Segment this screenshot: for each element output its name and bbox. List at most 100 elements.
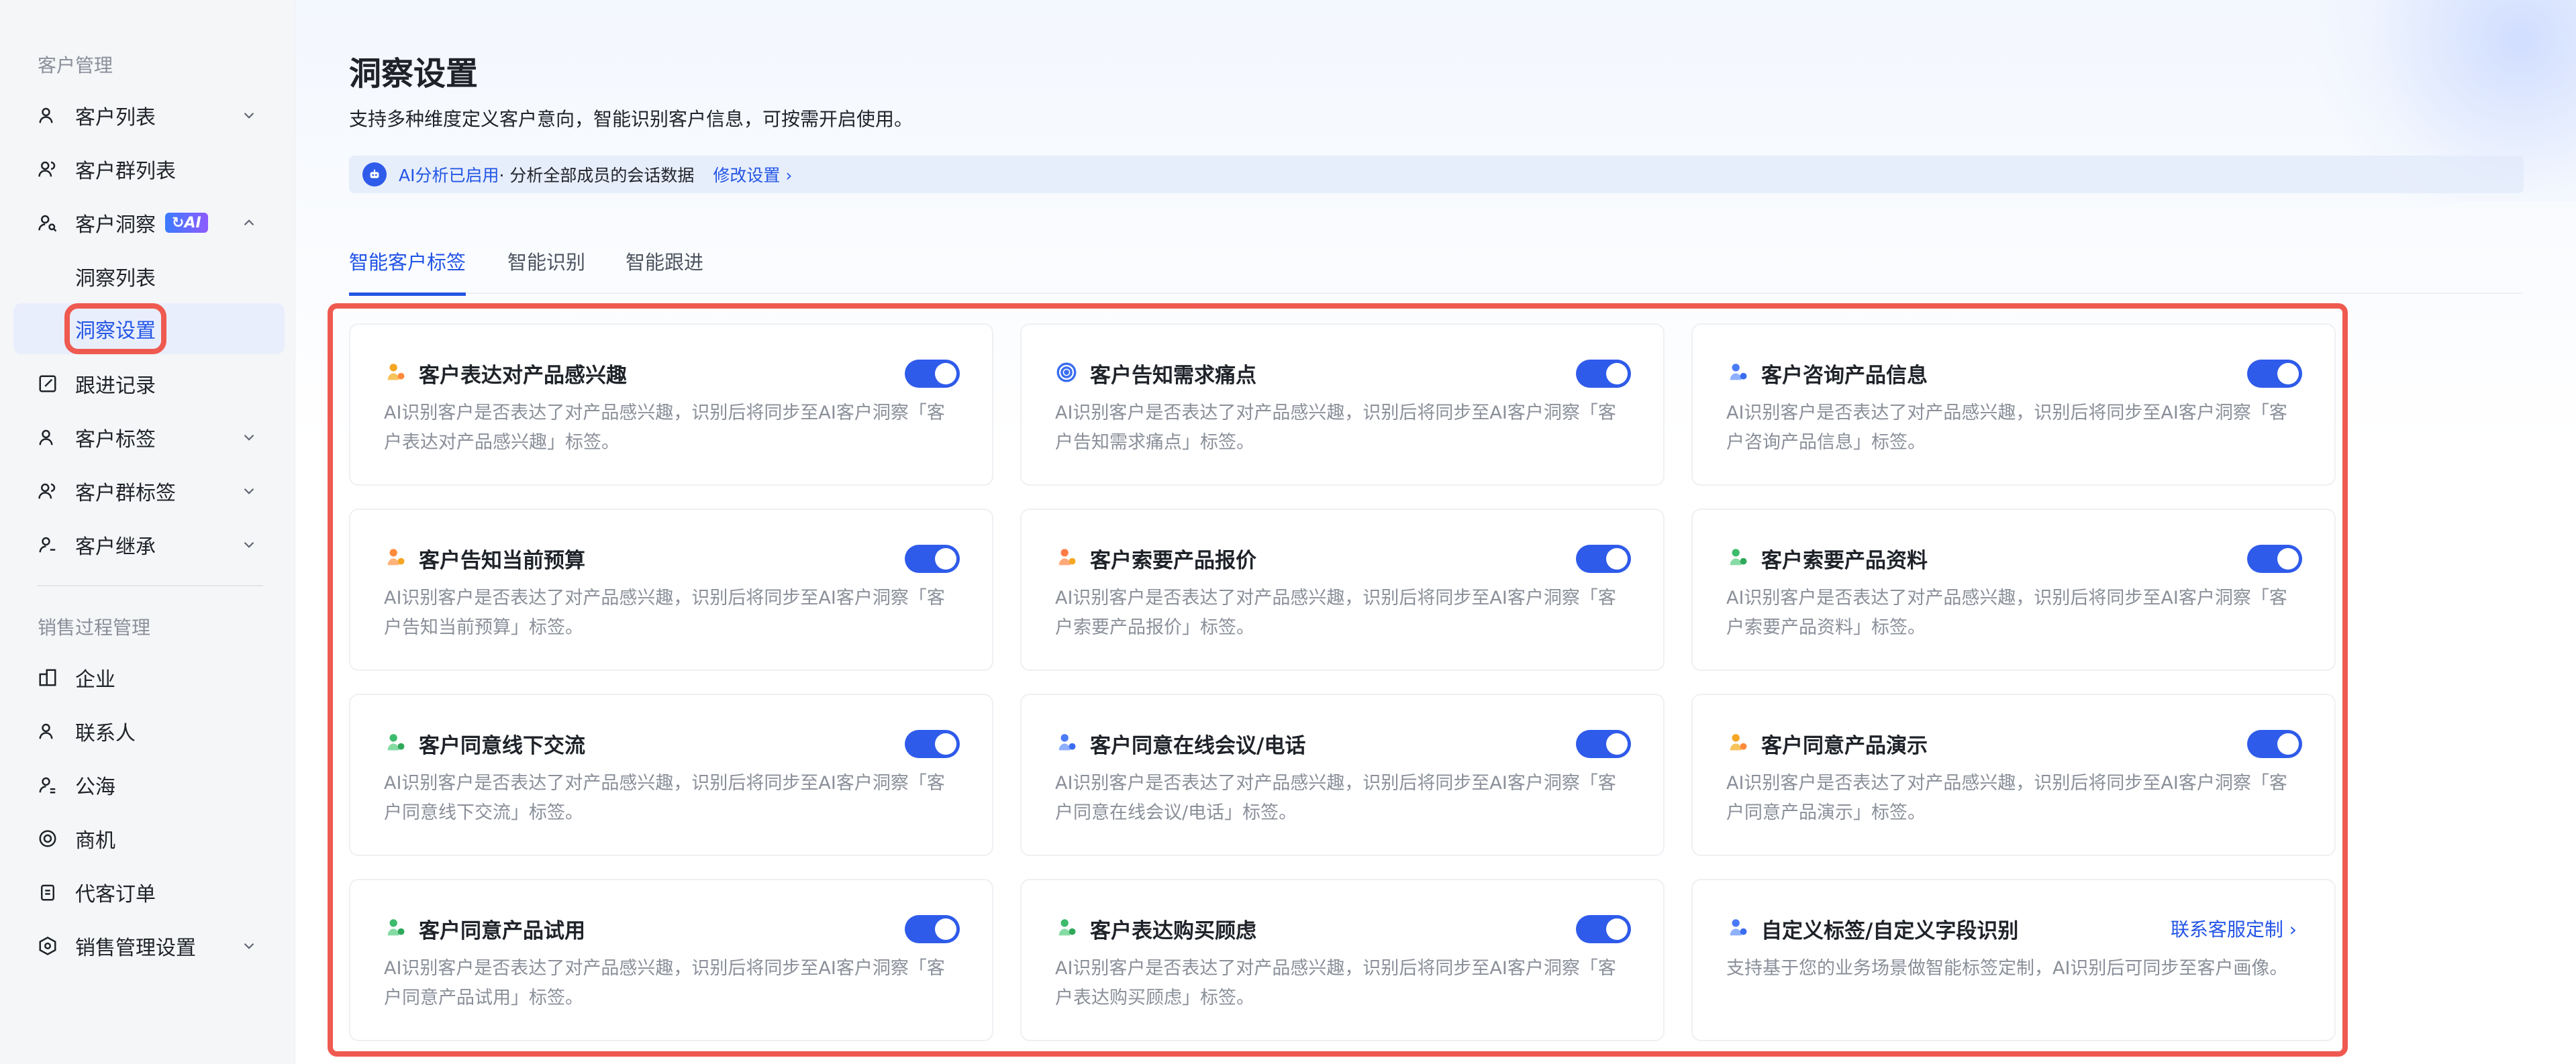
insight-card: 客户同意产品试用 AI识别客户是否表达了对产品感兴趣，识别后将同步至AI客户洞察… <box>349 879 993 1041</box>
card-description: AI识别客户是否表达了对产品感兴趣，识别后将同步至AI客户洞察「客户同意在线会议… <box>1055 773 1616 823</box>
card-title: 客户表达购买顾虑 <box>1090 919 1256 943</box>
user-icon <box>38 105 58 125</box>
sidebar-item-enterprise[interactable]: 企业 <box>13 652 285 703</box>
tab-smart-recognition[interactable]: 智能识别 <box>507 247 585 292</box>
sidebar-item-customer-group-list[interactable]: 客户群列表 <box>13 144 285 195</box>
insight-card-custom: 自定义标签/自定义字段识别 联系客服定制 › 支持基于您的业务场景做智能标签定制… <box>1691 879 2336 1041</box>
target-icon <box>1056 362 1077 382</box>
toggle-switch[interactable] <box>2247 730 2302 758</box>
toggle-switch[interactable] <box>905 360 960 388</box>
sidebar-item-label: 销售管理设置 <box>75 937 196 960</box>
toggle-switch[interactable] <box>1576 545 1631 573</box>
chevron-down-icon[interactable] <box>240 482 258 500</box>
tab-bar: 智能客户标签 智能识别 智能跟进 <box>349 240 2522 296</box>
sidebar: 客户管理 客户列表 客户群列表 客户洞察 ↻ AI 洞察列表 洞察设置 跟进记录 … <box>0 0 295 1064</box>
chevron-down-icon[interactable] <box>240 107 258 124</box>
insight-card: 客户咨询产品信息 AI识别客户是否表达了对产品感兴趣，识别后将同步至AI客户洞察… <box>1691 323 2336 486</box>
sidebar-item-insight-settings[interactable]: 洞察设置 <box>13 303 285 354</box>
tab-smart-followup[interactable]: 智能跟进 <box>626 247 703 292</box>
insight-card: 客户同意线下交流 AI识别客户是否表达了对产品感兴趣，识别后将同步至AI客户洞察… <box>349 694 993 856</box>
card-description: AI识别客户是否表达了对产品感兴趣，识别后将同步至AI客户洞察「客户同意产品演示… <box>1726 773 2287 823</box>
sidebar-item-label: 洞察列表 <box>75 267 156 290</box>
sidebar-item-followup-records[interactable]: 跟进记录 <box>13 358 285 409</box>
sidebar-item-label: 客户标签 <box>75 428 156 451</box>
toggle-switch[interactable] <box>905 730 960 758</box>
person-document-icon <box>1730 549 1747 566</box>
sidebar-item-customer-tags[interactable]: 客户标签 <box>13 412 285 463</box>
person-quote-icon <box>1058 549 1076 566</box>
card-description: AI识别客户是否表达了对产品感兴趣，识别后将同步至AI客户洞察「客户同意线下交流… <box>384 773 945 823</box>
chevron-up-icon[interactable] <box>240 214 258 231</box>
card-title: 客户同意在线会议/电话 <box>1090 734 1306 758</box>
card-description: AI识别客户是否表达了对产品感兴趣，识别后将同步至AI客户洞察「客户同意产品试用… <box>384 958 945 1008</box>
sidebar-item-sales-settings[interactable]: 销售管理设置 <box>13 920 285 971</box>
insight-card: 客户同意产品演示 AI识别客户是否表达了对产品感兴趣，识别后将同步至AI客户洞察… <box>1691 694 2336 856</box>
card-description: AI识别客户是否表达了对产品感兴趣，识别后将同步至AI客户洞察「客户索要产品报价… <box>1055 588 1616 638</box>
person-tag-icon <box>387 364 405 380</box>
ai-badge: ↻ AI <box>165 213 208 233</box>
sidebar-item-label: 跟进记录 <box>75 374 156 398</box>
insight-card: 客户索要产品资料 AI识别客户是否表达了对产品感兴趣，识别后将同步至AI客户洞察… <box>1691 509 2336 671</box>
sidebar-item-label: 客户洞察 <box>75 213 156 237</box>
sidebar-item-insight-list[interactable]: 洞察列表 <box>13 251 285 302</box>
chevron-down-icon[interactable] <box>240 536 258 553</box>
sidebar-item-proxy-orders[interactable]: 代客订单 <box>13 867 285 918</box>
user-transfer-icon <box>38 535 58 555</box>
sidebar-group-title-sales: 销售过程管理 <box>38 617 151 639</box>
card-title: 客户索要产品资料 <box>1761 549 1928 573</box>
sidebar-item-customer-insight[interactable]: 客户洞察 ↻ AI <box>13 197 285 248</box>
sidebar-item-customer-inherit[interactable]: 客户继承 <box>13 519 285 570</box>
user-group-icon <box>38 159 58 179</box>
sidebar-item-label: 客户继承 <box>75 535 156 559</box>
robot-icon <box>362 162 387 187</box>
user-group-tag-icon <box>38 481 58 501</box>
insight-card: 客户告知需求痛点 AI识别客户是否表达了对产品感兴趣，识别后将同步至AI客户洞察… <box>1020 323 1665 486</box>
chevron-down-icon[interactable] <box>240 937 258 955</box>
sidebar-item-contacts[interactable]: 联系人 <box>13 706 285 757</box>
card-description: 支持基于您的业务场景做智能标签定制，AI识别后可同步至客户画像。 <box>1726 958 2288 979</box>
tab-smart-customer-tags[interactable]: 智能客户标签 <box>349 247 466 296</box>
sidebar-item-label: 企业 <box>75 668 115 692</box>
page-title: 洞察设置 <box>349 55 479 93</box>
person-demo-icon <box>1730 734 1747 751</box>
insight-card: 客户同意在线会议/电话 AI识别客户是否表达了对产品感兴趣，识别后将同步至AI客… <box>1020 694 1665 856</box>
insight-card: 客户表达购买顾虑 AI识别客户是否表达了对产品感兴趣，识别后将同步至AI客户洞察… <box>1020 879 1665 1041</box>
card-title: 客户同意产品试用 <box>419 919 585 943</box>
sidebar-item-public-pool[interactable]: 公海 <box>13 759 285 810</box>
card-description: AI识别客户是否表达了对产品感兴趣，识别后将同步至AI客户洞察「客户索要产品资料… <box>1726 588 2287 638</box>
sidebar-item-label: 代客订单 <box>75 883 156 906</box>
toggle-switch[interactable] <box>905 915 960 943</box>
person-custom-icon <box>1730 919 1747 936</box>
user-pool-icon <box>38 775 58 795</box>
card-description: AI识别客户是否表达了对产品感兴趣，识别后将同步至AI客户洞察「客户表达购买顾虑… <box>1055 958 1616 1008</box>
card-title: 客户告知当前预算 <box>419 549 585 573</box>
card-description: AI识别客户是否表达了对产品感兴趣，识别后将同步至AI客户洞察「客户表达对产品感… <box>384 403 945 453</box>
person-trial-icon <box>387 919 405 936</box>
toggle-switch[interactable] <box>1576 915 1631 943</box>
toggle-switch[interactable] <box>1576 360 1631 388</box>
sidebar-item-label: 商机 <box>75 829 115 853</box>
card-title: 客户告知需求痛点 <box>1090 364 1256 388</box>
toggle-switch[interactable] <box>1576 730 1631 758</box>
sidebar-item-label: 客户群列表 <box>75 160 176 183</box>
toggle-switch[interactable] <box>2247 545 2302 573</box>
toggle-switch[interactable] <box>2247 360 2302 388</box>
card-description: AI识别客户是否表达了对产品感兴趣，识别后将同步至AI客户洞察「客户告知需求痛点… <box>1055 403 1616 453</box>
card-description: AI识别客户是否表达了对产品感兴趣，识别后将同步至AI客户洞察「客户告知当前预算… <box>384 588 945 638</box>
card-title: 客户表达对产品感兴趣 <box>419 364 627 388</box>
user-insight-icon <box>38 213 58 233</box>
page-description: 支持多种维度定义客户意向，智能识别客户信息，可按需开启使用。 <box>349 108 913 130</box>
person-concern-icon <box>1058 919 1076 936</box>
chevron-down-icon[interactable] <box>240 429 258 446</box>
modify-settings-link[interactable]: 修改设置 › <box>713 162 792 187</box>
person-offline-icon <box>387 734 405 751</box>
contact-support-link[interactable]: 联系客服定制 › <box>2171 915 2297 942</box>
card-title: 客户同意线下交流 <box>419 734 585 758</box>
card-title: 客户同意产品演示 <box>1761 734 1928 758</box>
sidebar-item-label: 公海 <box>75 776 115 799</box>
building-icon <box>38 668 58 688</box>
sidebar-item-customer-list[interactable]: 客户列表 <box>13 90 285 141</box>
sidebar-item-customer-group-tags[interactable]: 客户群标签 <box>13 466 285 517</box>
sidebar-item-opportunity[interactable]: 商机 <box>13 813 285 864</box>
toggle-switch[interactable] <box>905 545 960 573</box>
